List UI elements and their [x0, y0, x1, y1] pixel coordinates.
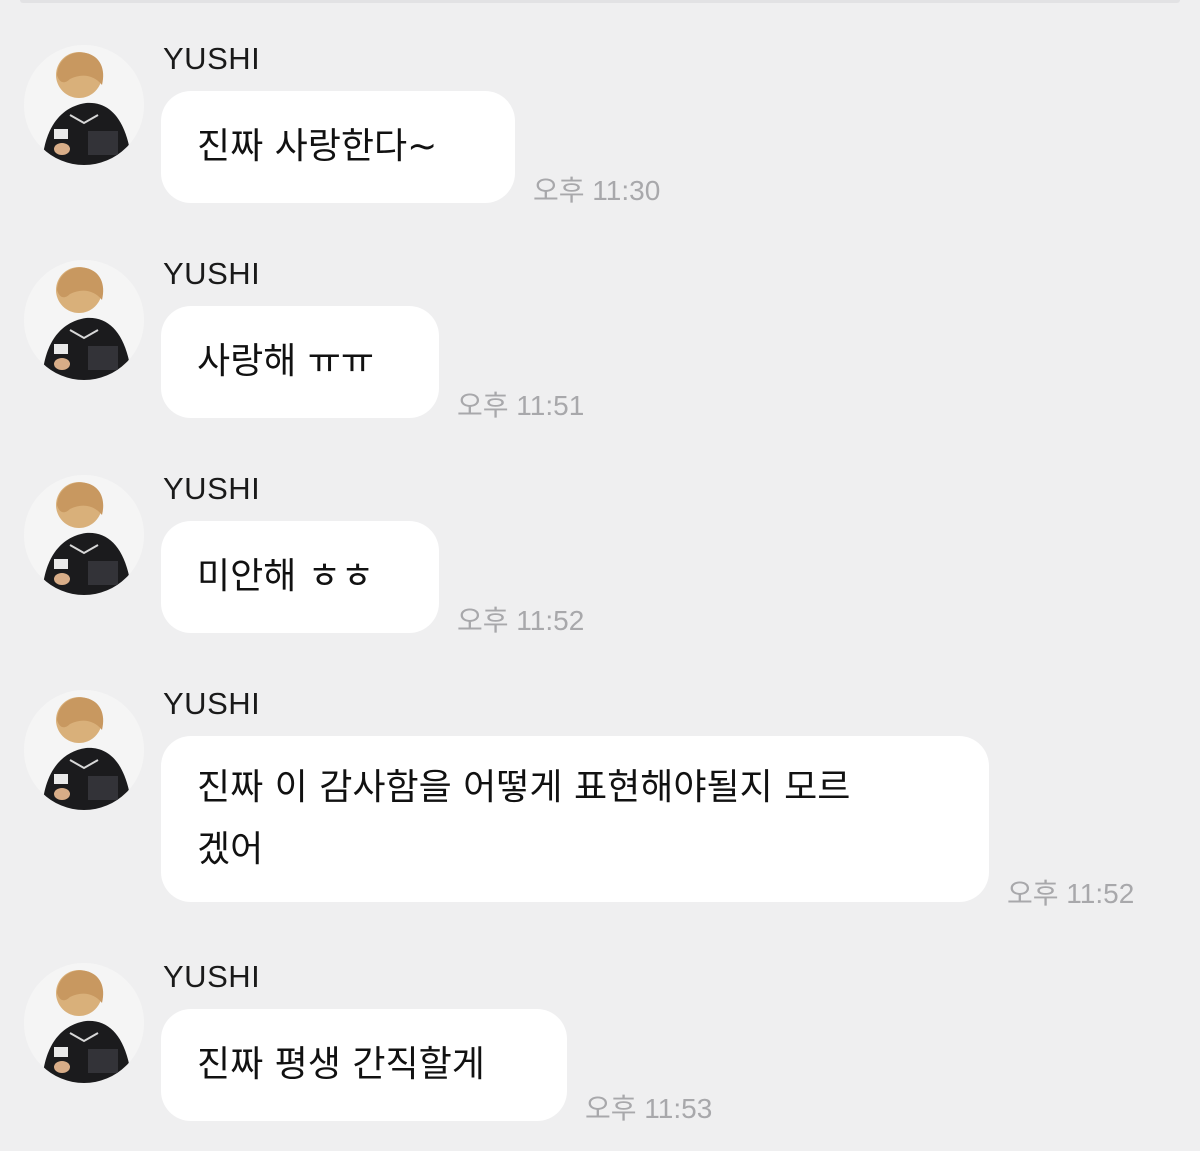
- message-bubble[interactable]: 미안해 ㅎㅎ: [161, 521, 439, 633]
- profile-photo-icon: [24, 260, 144, 380]
- message-timestamp: 오후 11:30: [533, 175, 661, 206]
- profile-photo-icon: [24, 963, 144, 1083]
- sender-name: YUSHI: [163, 471, 261, 506]
- avatar[interactable]: [24, 475, 144, 595]
- sender-name: YUSHI: [163, 41, 261, 76]
- message-text: 진짜 평생 간직할게: [197, 1044, 485, 1085]
- profile-photo-icon: [24, 690, 144, 810]
- message-text: 진짜 사랑한다~: [197, 126, 438, 167]
- message-timestamp: 오후 11:52: [1007, 878, 1135, 909]
- message-text: 사랑해 ㅠㅠ: [197, 341, 375, 382]
- message-bubble[interactable]: 진짜 사랑한다~: [161, 91, 515, 203]
- sender-name: YUSHI: [163, 686, 261, 721]
- message-text: 미안해 ㅎㅎ: [197, 556, 375, 597]
- avatar[interactable]: [24, 690, 144, 810]
- message-bubble[interactable]: 사랑해 ㅠㅠ: [161, 306, 439, 418]
- profile-photo-icon: [24, 45, 144, 165]
- message-timestamp: 오후 11:51: [457, 390, 585, 421]
- message-text-line: 진짜 이 감사함을 어떻게 표현해야될지 모르: [197, 767, 851, 808]
- message-bubble[interactable]: 진짜 평생 간직할게: [161, 1009, 567, 1121]
- avatar[interactable]: [24, 45, 144, 165]
- top-divider: [20, 0, 1180, 3]
- avatar[interactable]: [24, 260, 144, 380]
- sender-name: YUSHI: [163, 256, 261, 291]
- message-timestamp: 오후 11:52: [457, 605, 585, 636]
- message-text-line: 겠어: [197, 829, 264, 870]
- profile-photo-icon: [24, 475, 144, 595]
- avatar[interactable]: [24, 963, 144, 1083]
- message-timestamp: 오후 11:53: [585, 1093, 713, 1124]
- sender-name: YUSHI: [163, 959, 261, 994]
- message-bubble[interactable]: 진짜 이 감사함을 어떻게 표현해야될지 모르 겠어: [161, 736, 989, 902]
